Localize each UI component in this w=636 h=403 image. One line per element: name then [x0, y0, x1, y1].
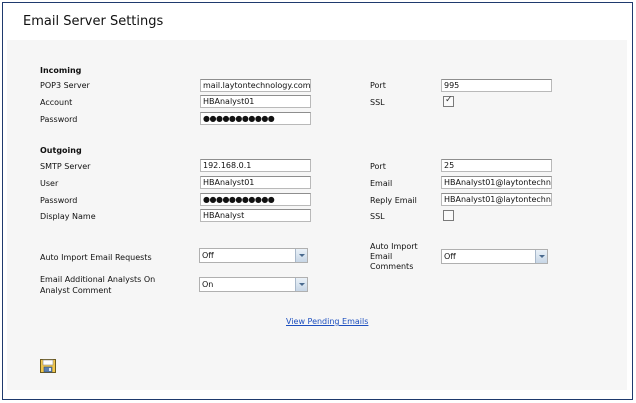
additional-analysts-label-line2: Analyst Comment: [40, 286, 112, 295]
outgoing-port-label: Port: [370, 162, 386, 171]
settings-panel: [7, 40, 627, 390]
display-name-label: Display Name: [40, 212, 96, 221]
incoming-password-input[interactable]: ●●●●●●●●●●●: [200, 112, 311, 125]
outgoing-port-input[interactable]: 25: [441, 159, 552, 172]
display-name-input[interactable]: HBAnalyst: [200, 209, 311, 222]
chevron-down-icon[interactable]: [535, 250, 547, 263]
smtp-server-label: SMTP Server: [40, 162, 91, 171]
smtp-server-input[interactable]: 192.168.0.1: [200, 159, 311, 172]
incoming-ssl-checkbox[interactable]: ✓: [443, 95, 454, 107]
auto-import-requests-value: Off: [202, 251, 214, 260]
page-title: Email Server Settings: [23, 14, 164, 29]
chevron-down-icon[interactable]: [295, 278, 307, 291]
account-label: Account: [40, 98, 73, 107]
pop3-server-label: POP3 Server: [40, 81, 90, 90]
reply-email-input[interactable]: HBAnalyst01@laytontechnolo: [441, 193, 552, 206]
additional-analysts-value: On: [202, 280, 214, 289]
additional-analysts-label-line1: Email Additional Analysts On: [40, 275, 156, 284]
auto-import-comments-value: Off: [444, 252, 456, 261]
auto-import-comments-label-line3: Comments: [370, 262, 414, 271]
auto-import-comments-label-line2: Email: [370, 252, 393, 261]
email-input[interactable]: HBAnalyst01@laytontechnolo: [441, 176, 552, 189]
incoming-port-input[interactable]: 995: [441, 79, 552, 92]
incoming-password-label: Password: [40, 115, 78, 124]
auto-import-requests-label: Auto Import Email Requests: [40, 253, 152, 262]
email-label: Email: [370, 179, 393, 188]
reply-email-label: Reply Email: [370, 196, 417, 205]
chevron-down-icon[interactable]: [295, 249, 307, 262]
user-label: User: [40, 179, 59, 188]
auto-import-requests-select[interactable]: Off: [199, 248, 308, 263]
outgoing-heading: Outgoing: [40, 146, 82, 155]
incoming-port-label: Port: [370, 81, 386, 90]
additional-analysts-select[interactable]: On: [199, 277, 308, 292]
user-input[interactable]: HBAnalyst01: [200, 176, 311, 189]
incoming-ssl-label: SSL: [370, 98, 385, 107]
outgoing-password-input[interactable]: ●●●●●●●●●●●: [200, 193, 311, 206]
outgoing-password-label: Password: [40, 196, 78, 205]
outgoing-ssl-checkbox[interactable]: [443, 210, 454, 221]
incoming-heading: Incoming: [40, 66, 82, 75]
checkmark-icon: ✓: [445, 95, 453, 105]
pop3-server-input[interactable]: mail.laytontechnology.com.a: [200, 79, 311, 92]
account-input[interactable]: HBAnalyst01: [200, 95, 311, 108]
auto-import-comments-select[interactable]: Off: [441, 249, 548, 264]
save-icon[interactable]: [40, 359, 56, 373]
view-pending-emails-link[interactable]: View Pending Emails: [286, 317, 368, 326]
auto-import-comments-label-line1: Auto Import: [370, 242, 418, 251]
outgoing-ssl-label: SSL: [370, 212, 385, 221]
